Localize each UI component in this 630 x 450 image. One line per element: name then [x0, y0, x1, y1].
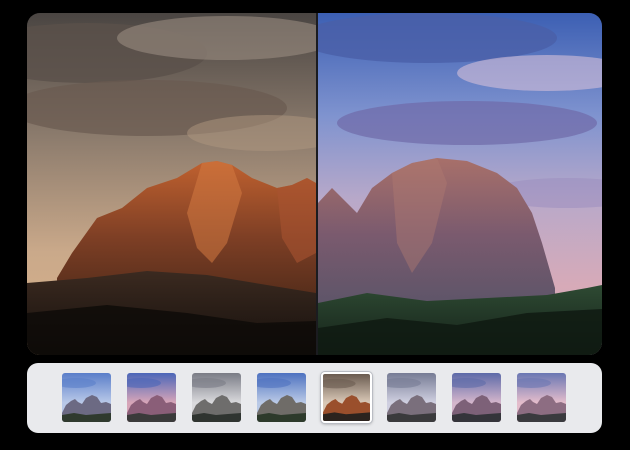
filter-strip — [27, 363, 602, 433]
filter-thumbnail-mono-fade[interactable] — [192, 373, 241, 422]
filter-thumbnail-cool-clear[interactable] — [257, 373, 306, 422]
filter-preview-image — [192, 373, 241, 422]
filter-thumbnail-pastel-pink[interactable] — [517, 373, 566, 422]
filter-thumbnail-warm-sepia[interactable] — [321, 372, 372, 423]
filter-preview-image — [62, 373, 111, 422]
filter-preview-image — [257, 373, 306, 422]
filter-preview-image — [517, 373, 566, 422]
photo-editor — [0, 0, 630, 450]
filter-thumbnail-lilac-haze[interactable] — [452, 373, 501, 422]
before-after-comparison[interactable] — [27, 13, 602, 355]
after-image — [318, 13, 602, 355]
comparison-divider-handle[interactable] — [316, 13, 318, 355]
filter-preview-image — [323, 374, 370, 421]
filter-thumbnail-soft-matte[interactable] — [387, 373, 436, 422]
filter-thumbnail-vivid-blue[interactable] — [62, 373, 111, 422]
before-image — [27, 13, 316, 355]
filter-preview-image — [452, 373, 501, 422]
filter-preview-image — [387, 373, 436, 422]
filter-preview-image — [127, 373, 176, 422]
filter-thumbnail-rose-dusk[interactable] — [127, 373, 176, 422]
comparison-image — [27, 13, 602, 355]
